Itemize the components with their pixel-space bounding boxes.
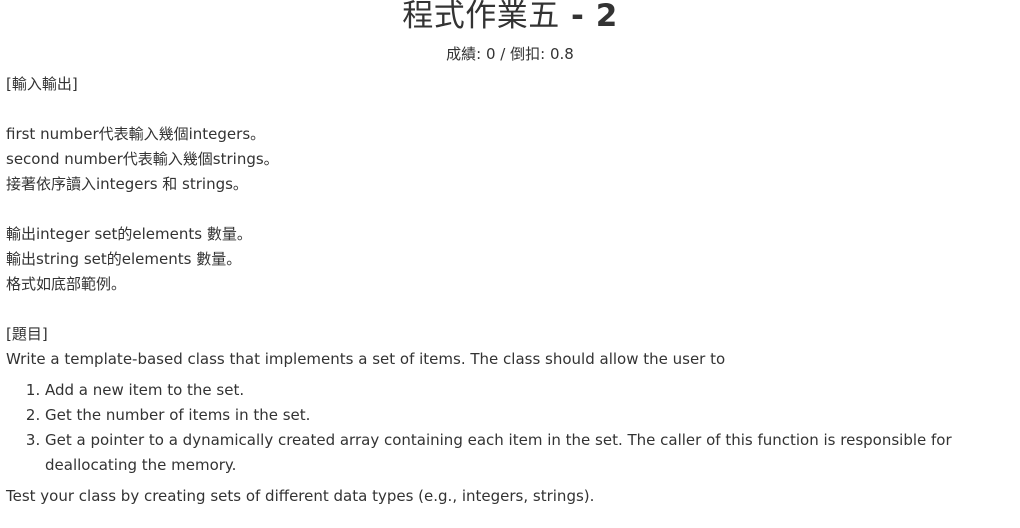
title-main: 程式作業五 [402, 0, 560, 34]
problem-description: [輸入輸出] first number代表輸入幾個integers。 secon… [6, 72, 1016, 509]
problem-closing: Test your class by creating sets of diff… [6, 487, 595, 505]
title-number: 2 [595, 0, 618, 34]
io-line-3: 接著依序讀入integers 和 strings。 [6, 175, 248, 193]
problem-intro: Write a template-based class that implem… [6, 350, 726, 368]
list-item: Add a new item to the set. [45, 378, 1016, 403]
io-line-2: second number代表輸入幾個strings。 [6, 150, 279, 168]
output-line-2: 輸出string set的elements 數量。 [6, 250, 242, 268]
list-item: Get the number of items in the set. [45, 403, 1016, 428]
score-text: 成績: 0 / 倒扣: 0.8 [446, 45, 574, 63]
requirements-list: Add a new item to the set. Get the numbe… [6, 378, 1016, 478]
assignment-page: 程式作業五 - 2 成績: 0 / 倒扣: 0.8 [輸入輸出] first n… [0, 0, 1020, 528]
output-line-3: 格式如底部範例。 [6, 275, 127, 293]
problem-heading: [題目] [6, 325, 48, 343]
title-separator: - [559, 0, 596, 34]
io-heading: [輸入輸出] [6, 75, 78, 93]
io-line-1: first number代表輸入幾個integers。 [6, 125, 266, 143]
list-item: Get a pointer to a dynamically created a… [45, 428, 1016, 478]
output-line-1: 輸出integer set的elements 數量。 [6, 225, 252, 243]
